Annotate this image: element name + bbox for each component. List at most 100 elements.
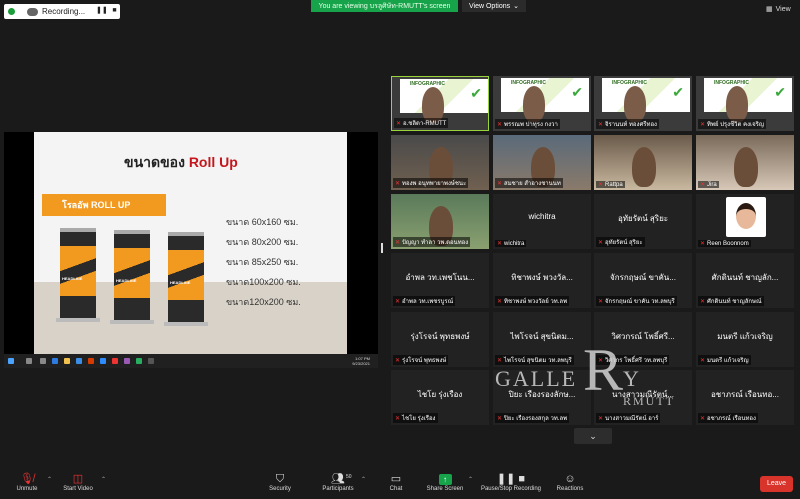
app-icon bbox=[136, 358, 142, 364]
app-icon bbox=[148, 358, 154, 364]
participant-tile[interactable]: INFOGRAPHIC ✔ ✕ อ.ชลิดา-RMUTT bbox=[391, 76, 489, 131]
participant-person-image bbox=[734, 147, 758, 187]
split-resize-handle[interactable] bbox=[381, 243, 383, 253]
muted-mic-icon: ✕ bbox=[598, 415, 604, 422]
participant-tile[interactable]: ✕ Jira bbox=[696, 135, 794, 190]
participant-name-label: ✕ Jira bbox=[698, 181, 719, 188]
participant-display-name: อำพล วท.เพชโนน... bbox=[405, 273, 475, 282]
checkmark-icon: ✔ bbox=[470, 85, 482, 101]
poster-title: INFOGRAPHIC bbox=[511, 80, 546, 86]
participant-tile[interactable]: ✕ Reen Boonnom bbox=[696, 194, 794, 249]
participant-tile[interactable]: ศักดินนท์ ชาญลัก... ✕ ศักดินนท์ ชาญลักษณ์ bbox=[696, 253, 794, 308]
watermark-y: Y bbox=[623, 366, 639, 391]
share-screen-label: Share Screen bbox=[426, 486, 464, 492]
participants-count-badge: 50 bbox=[346, 474, 352, 480]
participants-label: Participants bbox=[322, 486, 354, 492]
participant-name-label: ✕ พรรณพ ปาทุรง กงวา bbox=[495, 119, 560, 129]
participant-tile[interactable]: อุทัยรัตน์ สุริยะ ✕ อุทัยรัตน์ สุริยะ bbox=[594, 194, 692, 249]
participant-tile[interactable]: INFOGRAPHIC ✔ ✕ ทิพย์ ปรุงชีวิต คงเจริญ bbox=[696, 76, 794, 131]
participant-tile[interactable]: อชาภรณ์ เรือนทอ... ✕ อชาภรณ์ เรือนทอง bbox=[696, 370, 794, 425]
pause-icon[interactable]: ❚❚ bbox=[96, 7, 108, 15]
participant-tile[interactable]: ไพโรจน์ สุขนิตม... ✕ ไพโรจน์ สุขนิตม วท.ลพ… bbox=[493, 312, 591, 367]
participant-name: ไชโย รุ่งเรือง bbox=[402, 416, 436, 422]
participant-display-name: ไพโรจน์ สุขนิตม... bbox=[510, 332, 574, 341]
watermark-r: R bbox=[583, 337, 624, 403]
participant-name-label: ✕ Reen Boonnom bbox=[698, 240, 751, 247]
muted-mic-icon: ✕ bbox=[598, 182, 604, 188]
powerpoint-icon bbox=[88, 358, 94, 364]
security-button[interactable]: ⛉ Security bbox=[264, 472, 296, 492]
stop-icon[interactable]: ■ bbox=[110, 7, 119, 15]
caret-up-icon[interactable]: ⌃ bbox=[361, 476, 366, 483]
gallery-next-page-button[interactable]: ⌄ bbox=[574, 428, 612, 444]
unmute-button[interactable]: 🎙︎̸ Unmute ⌃ bbox=[10, 472, 52, 492]
start-video-button[interactable]: ◫ Start Video ⌃ bbox=[58, 472, 106, 492]
view-label: View bbox=[775, 5, 791, 13]
leave-button[interactable]: Leave bbox=[760, 476, 793, 492]
view-options-button[interactable]: View Options ⌄ bbox=[462, 0, 526, 12]
shared-screen[interactable]: ขนาดของ Roll Up โรลอัพ ROLL UP HEADLINE … bbox=[4, 132, 378, 368]
participant-tile[interactable]: ไชโย รุ่งเรือง ✕ ไชโย รุ่งเรือง bbox=[391, 370, 489, 425]
muted-mic-icon: ✕ bbox=[395, 239, 401, 246]
size-item: ขนาด120x200 ซม. bbox=[226, 297, 301, 307]
task-view-icon bbox=[40, 358, 46, 364]
muted-mic-icon: ✕ bbox=[700, 182, 706, 188]
participant-name-label: ✕ จิรานนท์ ทองศรีทอง bbox=[596, 119, 659, 129]
chevron-down-icon: ⌄ bbox=[589, 431, 597, 441]
chat-button[interactable]: ▭ Chat bbox=[384, 472, 408, 492]
participant-display-name: อชาภรณ์ เรือนทอ... bbox=[711, 390, 779, 399]
participant-tile[interactable]: wichitra ✕ wichitra bbox=[493, 194, 591, 249]
viewing-banner-text: You are viewing บรลูศิษัท-RMUTT's screen bbox=[318, 2, 451, 10]
participant-name-label: ✕ ทองพ อนุทพายาพงษ์ชนะ bbox=[393, 178, 469, 188]
participant-tile[interactable]: ✕ Rattpa bbox=[594, 135, 692, 190]
pause-stop-recording-button[interactable]: ❚❚ ■ Pause/Stop Recording bbox=[476, 472, 546, 492]
participant-tile[interactable]: ✕ ปัญญา ทำลา วพ.ดอนทอง bbox=[391, 194, 489, 249]
participant-name-label: ✕ มนตรี แก้วเจริญ bbox=[698, 355, 751, 365]
muted-mic-icon: ✕ bbox=[598, 298, 604, 305]
participants-button[interactable]: 👥︎ 50 Participants ⌃ bbox=[318, 472, 366, 492]
reactions-button[interactable]: ☺ Reactions bbox=[554, 472, 586, 492]
view-button[interactable]: ▦ View bbox=[766, 5, 791, 14]
participant-tile[interactable]: อำพล วท.เพชโนน... ✕ อำพล วท.เพชรบูรณ์ bbox=[391, 253, 489, 308]
participant-tile[interactable]: ✕ สมชาย สำอางชานนท bbox=[493, 135, 591, 190]
participant-name-label: ✕ ไชโย รุ่งเรือง bbox=[393, 413, 438, 423]
caret-up-icon[interactable]: ⌃ bbox=[47, 476, 52, 483]
slide-title: ขนาดของ Roll Up bbox=[124, 152, 238, 174]
participant-name: มนตรี แก้วเจริญ bbox=[707, 358, 749, 364]
meeting-toolbar: 🎙︎̸ Unmute ⌃ ◫ Start Video ⌃ ⛉ Security … bbox=[0, 468, 800, 499]
participant-tile[interactable]: ทิชาพงษ์ พวงวัล... ✕ ทิชาพงษ์ พวงวัลย์ วท.… bbox=[493, 253, 591, 308]
participant-name-label: ✕ จักรกฤษณ์ ขาคัน วท.ลพบุรี bbox=[596, 296, 677, 306]
size-item: ขนาด 60x160 ซม. bbox=[226, 217, 299, 227]
participant-tile[interactable]: ✕ ทองพ อนุทพายาพงษ์ชนะ bbox=[391, 135, 489, 190]
size-item: ขนาด 80x200 ซม. bbox=[226, 237, 299, 247]
participant-name: ปัญญา ทำลา วพ.ดอนทอง bbox=[402, 240, 469, 246]
share-screen-button[interactable]: ↑ Share Screen ⌃ bbox=[425, 472, 473, 492]
caret-up-icon[interactable]: ⌃ bbox=[468, 476, 473, 483]
presentation-slide: ขนาดของ Roll Up โรลอัพ ROLL UP HEADLINE … bbox=[34, 132, 347, 354]
participant-name-label: ✕ ไพโรจน์ สุขนิตม วท.ลพบุรี bbox=[495, 355, 574, 365]
cloud-icon bbox=[27, 7, 38, 16]
size-item: ขนาด 85x250 ซม. bbox=[226, 257, 299, 267]
share-screen-icon: ↑ bbox=[425, 472, 465, 486]
taskbar-date: 9/23/2021 bbox=[352, 361, 370, 366]
view-options-label: View Options bbox=[469, 2, 511, 10]
edge-icon bbox=[52, 358, 58, 364]
participant-name: ทิชาพงษ์ พวงวัลย์ วท.ลพ bbox=[504, 299, 568, 305]
participant-name-label: ✕ ปิยะ เรืองรองสกุล วท.ลพ bbox=[495, 413, 570, 423]
participant-tile[interactable]: จักรกฤษณ์ ขาคัน... ✕ จักรกฤษณ์ ขาคัน วท.ลพ… bbox=[594, 253, 692, 308]
participant-display-name: wichitra bbox=[528, 212, 556, 221]
participant-tile[interactable]: รุ่งโรจน์ พุทธพงษ์ ✕ รุ่งโรจน์ พุทธพงษ์ bbox=[391, 312, 489, 367]
folder-icon bbox=[64, 358, 70, 364]
checkmark-icon: ✔ bbox=[672, 84, 684, 100]
recording-label: Recording... bbox=[42, 7, 86, 16]
rollup-standee-image: HEADLINE bbox=[56, 228, 100, 322]
shield-icon: ⛉ bbox=[275, 473, 285, 485]
caret-up-icon[interactable]: ⌃ bbox=[101, 476, 106, 483]
muted-mic-icon: ✕ bbox=[700, 121, 706, 128]
participant-tile[interactable]: INFOGRAPHIC ✔ ✕ จิรานนท์ ทองศรีทอง bbox=[594, 76, 692, 131]
participant-tile[interactable]: มนตรี แก้วเจริญ ✕ มนตรี แก้วเจริญ bbox=[696, 312, 794, 367]
participant-name: อำพล วท.เพชรบูรณ์ bbox=[402, 299, 454, 305]
participant-tile[interactable]: INFOGRAPHIC ✔ ✕ พรรณพ ปาทุรง กงวา bbox=[493, 76, 591, 131]
participant-name-label: ✕ อ.ชลิดา-RMUTT bbox=[394, 118, 449, 128]
participants-icon: 👥︎ bbox=[331, 473, 345, 485]
